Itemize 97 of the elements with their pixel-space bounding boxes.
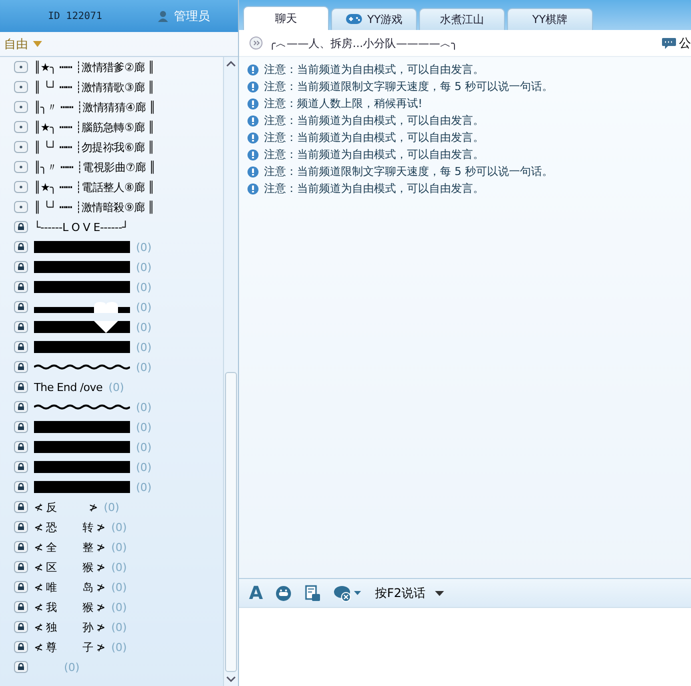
channel-name: ≮ 恐 转 ≯	[34, 520, 106, 534]
channel-item[interactable]: ≮ 尊 子 ≯ (0)	[14, 637, 223, 657]
channel-item[interactable]: ≮ 唯 岛 ≯ (0)	[14, 577, 223, 597]
info-icon	[247, 166, 259, 178]
info-icon	[247, 64, 259, 76]
system-message: 注意：频道人数上限，稍候再试!	[264, 96, 422, 111]
channel-name: ≮ 独 孙 ≯	[34, 620, 106, 634]
system-message: 注意：当前频道为自由模式，可以自由发言。	[264, 113, 484, 128]
system-message: 注意：当前频道限制文字聊天速度，每 5 秒可以说一句话。	[264, 164, 553, 179]
channel-name: └------L O V E------┘	[34, 220, 128, 234]
user-count: (0)	[136, 480, 152, 494]
channel-item[interactable]: ║╮〃 ┅┅ ┊電視影曲⑦廊 ║	[14, 157, 223, 177]
channel-name: ║ ╰┘ ┅┅ ┊激情暗殺⑨廊 ║	[34, 200, 154, 214]
channel-name: ≮ 我 猴 ≯	[34, 600, 106, 614]
channel-name: ≮ 全 整 ≯	[34, 540, 106, 554]
channel-name: ║★╮ ┅┅ ┊電話整人⑧廊 ║	[34, 180, 154, 194]
scroll-up-icon[interactable]	[226, 61, 236, 67]
channel-item[interactable]: ≮ 恐 转 ≯ (0)	[14, 517, 223, 537]
speech-bubble-icon	[661, 36, 677, 50]
gamepad-icon	[345, 13, 364, 26]
user-count: (0)	[104, 500, 120, 514]
info-icon	[247, 148, 259, 160]
user-count: (0)	[111, 620, 127, 634]
tab[interactable]: 水煮江山	[419, 8, 505, 30]
user-count: (0)	[111, 640, 127, 654]
channel-item[interactable]: ║╮〃 ┅┅ ┊激情猜猜④廊 ║	[14, 97, 223, 117]
channel-item[interactable]: ║ ╰┘ ┅┅ ┊勿提祢我⑥廊 ║	[14, 137, 223, 157]
system-message: 注意：当前频道为自由模式，可以自由发言。	[264, 181, 484, 196]
channel-name: ║★╮ ┅┅ ┊激情猎爹②廊 ║	[34, 60, 154, 74]
channel-name: ≮ 反 ≯	[34, 500, 98, 514]
channel-item[interactable]: ≮ 反 ≯ (0)	[14, 497, 223, 517]
system-message: 注意：当前频道为自由模式，可以自由发言。	[264, 130, 484, 145]
user-count: (0)	[136, 300, 152, 314]
channel-name: ≮ 区 猴 ≯	[34, 560, 106, 574]
user-role: 管理员	[174, 8, 210, 24]
user-count: (0)	[136, 260, 152, 274]
person-icon	[157, 10, 170, 22]
info-icon	[247, 114, 259, 126]
channel-name: The End /ove	[34, 380, 102, 394]
channel-name: ║╮〃 ┅┅ ┊激情猜猜④廊 ║	[34, 100, 156, 114]
channel-item[interactable]: └------L O V E------┘	[14, 217, 223, 237]
channel-item[interactable]: ≮ 我 猴 ≯ (0)	[14, 597, 223, 617]
user-count: (0)	[108, 380, 124, 394]
channel-item[interactable]: ║★╮ ┅┅ ┊腦筋急轉⑤廊 ║	[14, 117, 223, 137]
info-icon	[247, 98, 259, 110]
channel-item[interactable]: ≮ 区 猴 ≯ (0)	[14, 557, 223, 577]
tab[interactable]: 聊天	[243, 6, 329, 30]
announcement-button[interactable]: 公	[661, 34, 691, 52]
user-id: ID 122071	[48, 10, 102, 22]
channel-name: ║ ╰┘ ┅┅ ┊激情猜歌③廊 ║	[34, 80, 154, 94]
scroll-down-icon[interactable]	[226, 676, 236, 682]
channel-item[interactable]: ║★╮ ┅┅ ┊激情猎爹②廊 ║	[14, 57, 223, 77]
tab[interactable]: YY游戏	[331, 8, 417, 30]
channel-item[interactable]: ║ ╰┘ ┅┅ ┊激情暗殺⑨廊 ║	[14, 197, 223, 217]
channel-item[interactable]: The End /ove (0)	[14, 377, 223, 397]
document-lock-icon[interactable]	[304, 584, 321, 602]
scroll-thumb[interactable]	[225, 372, 237, 672]
chat-settings-icon[interactable]	[332, 584, 363, 602]
channel-item[interactable]: ║★╮ ┅┅ ┊電話整人⑧廊 ║	[14, 177, 223, 197]
user-count: (0)	[136, 240, 152, 254]
user-count: (0)	[136, 280, 152, 294]
user-count: (0)	[136, 440, 152, 454]
user-count: (0)	[136, 400, 152, 414]
caret-icon	[33, 41, 42, 47]
user-count: (0)	[111, 600, 127, 614]
channel-name: ║★╮ ┅┅ ┊腦筋急轉⑤廊 ║	[34, 120, 154, 134]
info-icon	[247, 182, 259, 194]
info-icon	[247, 132, 259, 144]
channel-item[interactable]: ║ ╰┘ ┅┅ ┊激情猜歌③廊 ║	[14, 77, 223, 97]
user-count: (0)	[111, 560, 127, 574]
info-icon	[247, 80, 259, 92]
user-count: (0)	[136, 340, 152, 354]
channel-name: ≮ 唯 岛 ≯	[34, 580, 106, 594]
user-count: (0)	[111, 580, 127, 594]
channel-name: ║╮〃 ┅┅ ┊電視影曲⑦廊 ║	[34, 160, 156, 174]
mode-dropdown[interactable]: 自由	[4, 36, 42, 52]
user-count: (0)	[111, 540, 127, 554]
font-button[interactable]: A	[249, 582, 263, 604]
channel-name: ≮ 尊 子 ≯	[34, 640, 106, 654]
user-count: (0)	[111, 520, 127, 534]
user-count: (0)	[64, 660, 80, 674]
system-message: 注意：当前频道限制文字聊天速度，每 5 秒可以说一句话。	[264, 79, 553, 94]
user-count: (0)	[136, 320, 152, 334]
channel-title: ╭︿——人、拆房...小分队————︿╮	[269, 36, 458, 50]
tab[interactable]: YY棋牌	[507, 8, 593, 30]
channel-name: ║ ╰┘ ┅┅ ┊勿提祢我⑥廊 ║	[34, 140, 154, 154]
system-message: 注意：当前频道为自由模式，可以自由发言。	[264, 62, 484, 77]
user-count: (0)	[136, 460, 152, 474]
user-count: (0)	[136, 360, 152, 374]
collapse-icon[interactable]	[249, 36, 263, 50]
channel-item[interactable]: ≮ 全 整 ≯ (0)	[14, 537, 223, 557]
caret-icon	[435, 590, 444, 596]
user-count: (0)	[136, 420, 152, 434]
channel-item[interactable]: ≮ 独 孙 ≯ (0)	[14, 617, 223, 637]
system-message: 注意：当前频道为自由模式，可以自由发言。	[264, 147, 484, 162]
smiley-icon[interactable]	[274, 584, 292, 602]
talk-mode-dropdown[interactable]: 按F2说话	[374, 584, 444, 602]
